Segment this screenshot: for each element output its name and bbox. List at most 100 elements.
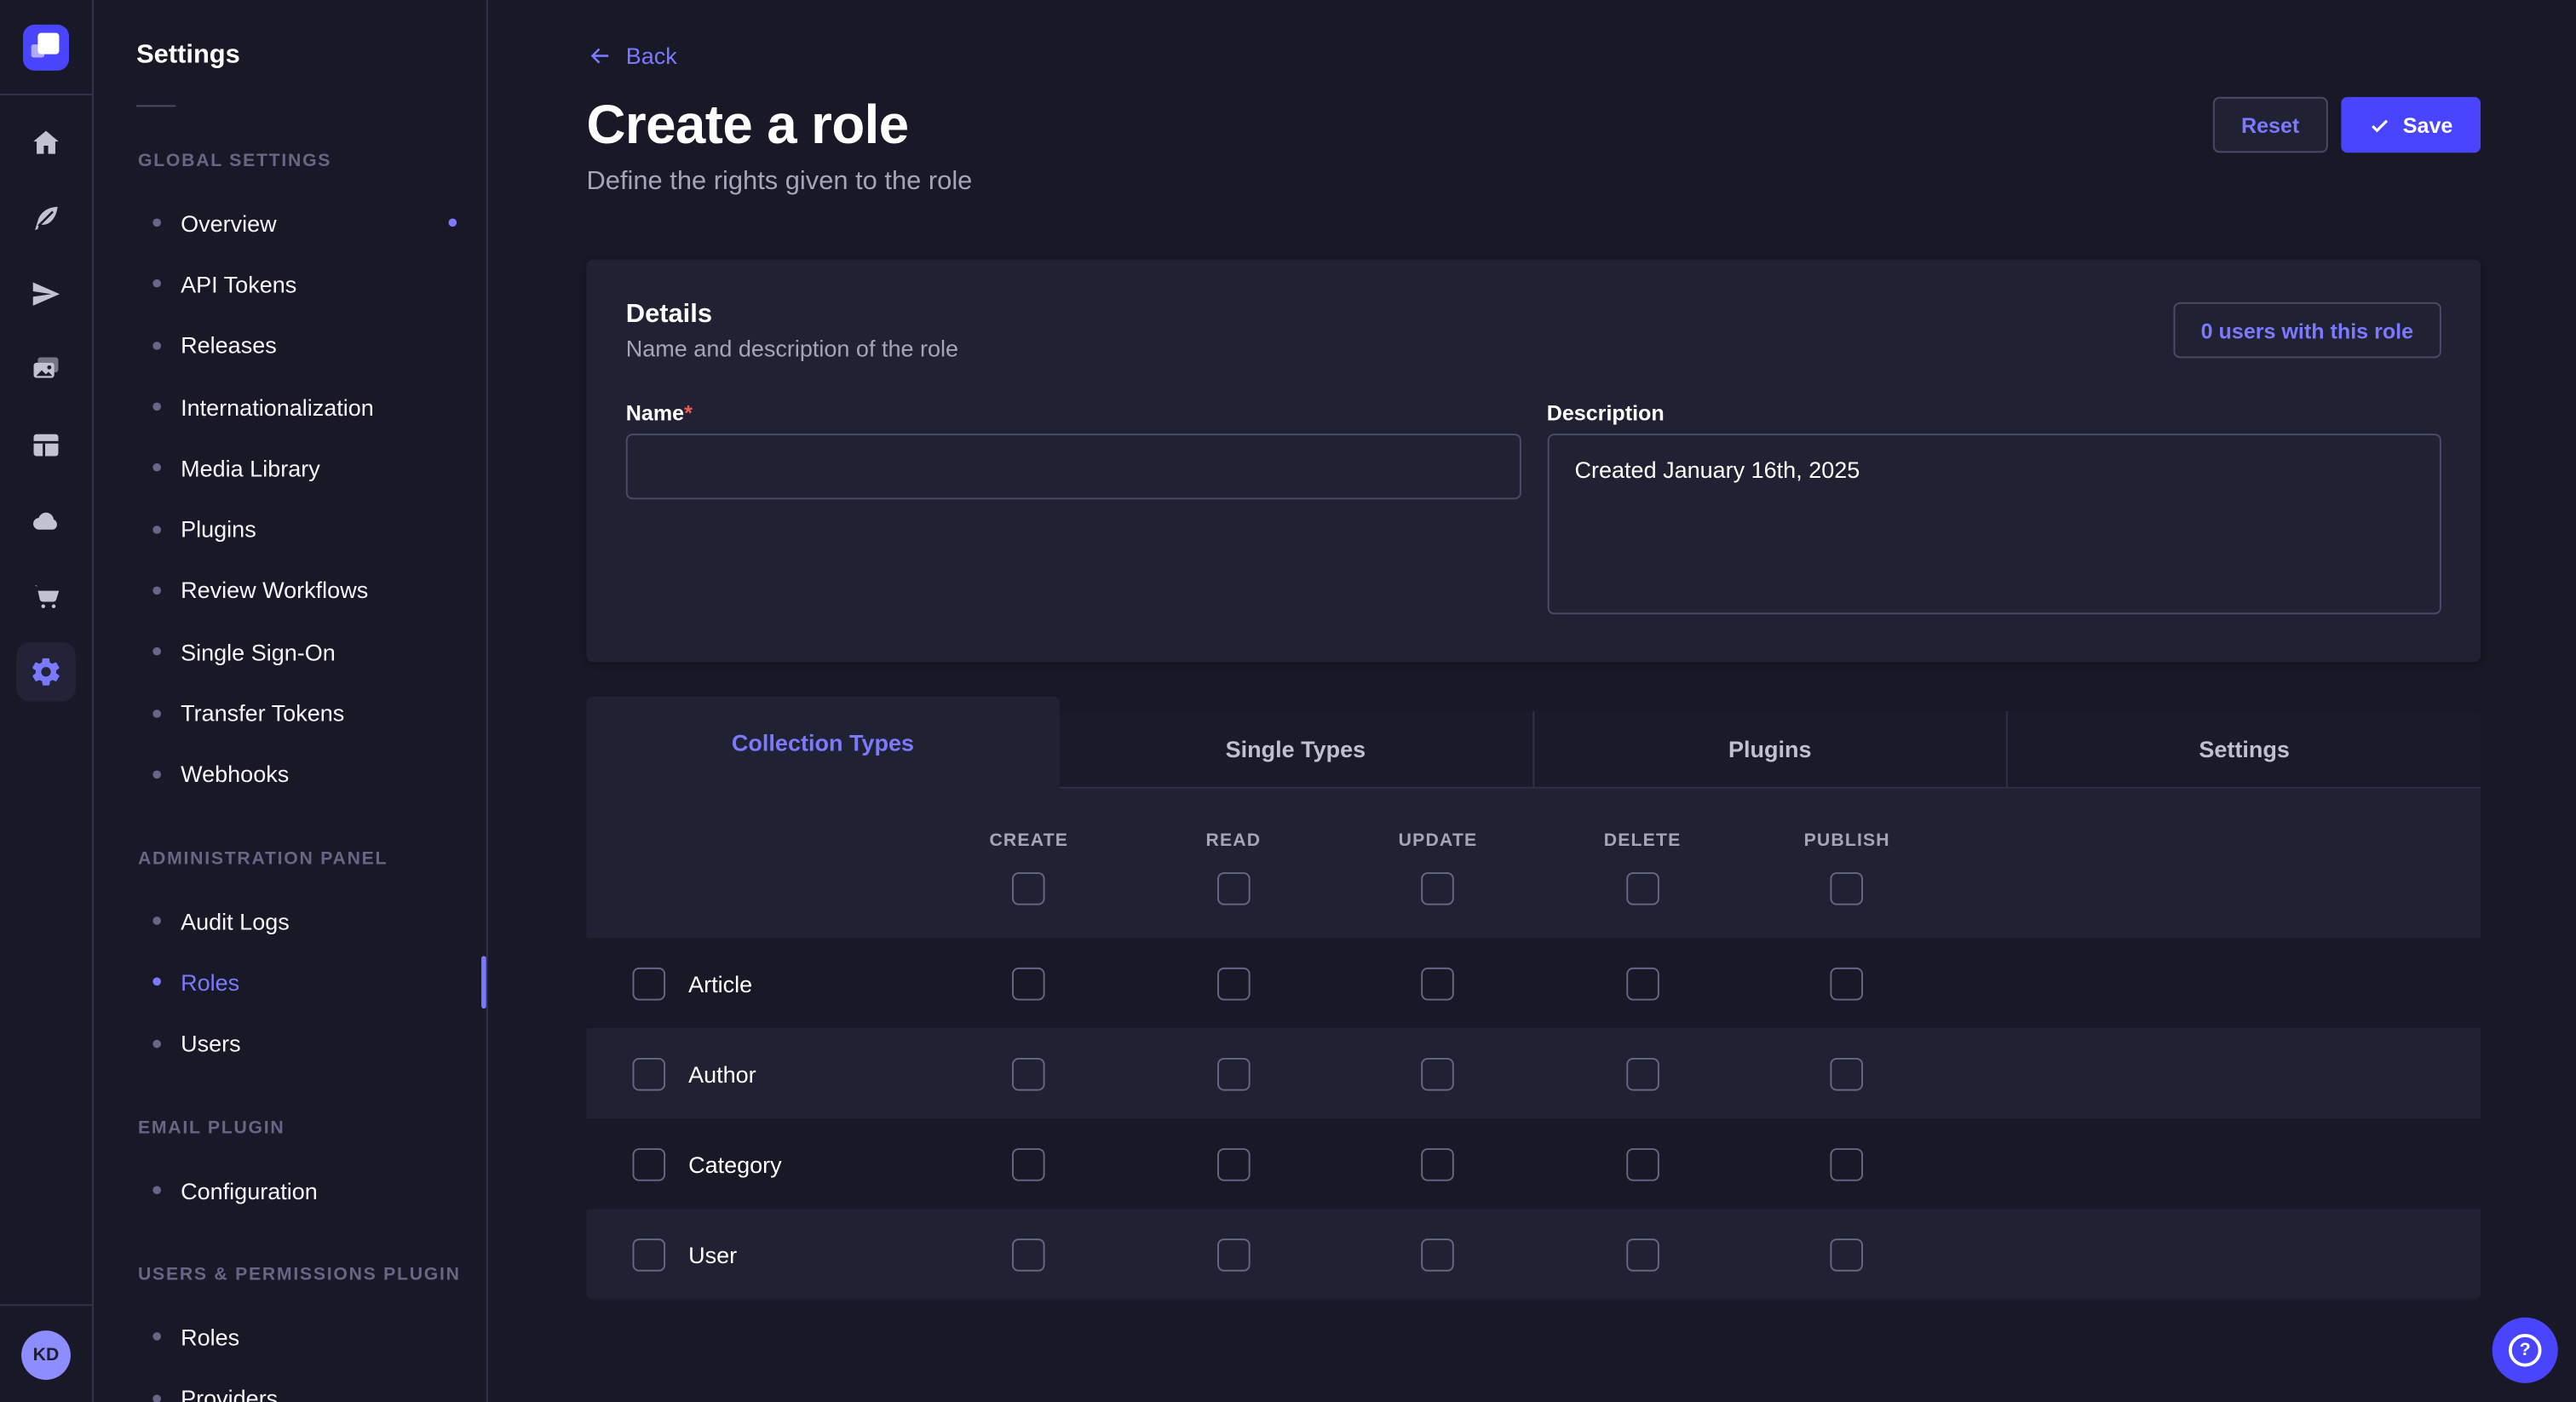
help-button[interactable]: ? [2493, 1318, 2558, 1383]
permission-checkbox-read[interactable] [1217, 1238, 1251, 1271]
marketplace-cart-icon[interactable] [16, 566, 75, 625]
media-library-icon[interactable] [16, 340, 75, 399]
permission-checkbox-delete[interactable] [1626, 1147, 1659, 1181]
permission-checkbox-update[interactable] [1422, 1147, 1455, 1181]
sidebar-item-single-sign-on[interactable]: Single Sign-On [94, 621, 486, 682]
home-icon[interactable] [16, 113, 75, 172]
permission-checkbox-create[interactable] [1012, 967, 1045, 1000]
permission-checkbox-update[interactable] [1422, 1238, 1455, 1271]
sidebar-item-plugins[interactable]: Plugins [94, 498, 486, 560]
sidebar-item-media-library[interactable]: Media Library [94, 437, 486, 498]
select-all-update-checkbox[interactable] [1422, 872, 1455, 905]
sidebar-item-roles-admin[interactable]: Roles [94, 951, 486, 1013]
content-type-builder-layout-icon[interactable] [16, 416, 75, 474]
sidebar-item-internationalization[interactable]: Internationalization [94, 376, 486, 437]
bullet-icon [152, 219, 161, 227]
bullet-icon [152, 1333, 161, 1342]
permission-checkbox-create[interactable] [1012, 1238, 1045, 1271]
nav-list-global-settings: Overview API Tokens Releases Internation… [94, 192, 486, 805]
table-row-user: User [587, 1209, 2481, 1299]
row-select-checkbox[interactable] [632, 1238, 665, 1271]
logo-container [0, 0, 92, 95]
section-label-users-permissions-plugin: USERS & PERMISSIONS PLUGIN [138, 1259, 486, 1292]
details-card-header: Details Name and description of the role… [626, 299, 2441, 361]
row-select-checkbox[interactable] [632, 1147, 665, 1181]
permission-checkbox-delete[interactable] [1626, 1057, 1659, 1090]
page-title: Create a role [587, 92, 909, 158]
tab-settings[interactable]: Settings [2006, 711, 2481, 789]
permission-checkbox-update[interactable] [1422, 1057, 1455, 1090]
sidebar-item-transfer-tokens[interactable]: Transfer Tokens [94, 682, 486, 744]
user-avatar[interactable]: KD [21, 1330, 71, 1379]
strapi-logo[interactable] [23, 24, 69, 70]
name-input[interactable] [626, 434, 1521, 499]
permissions-table: CREATE READ UPDATE DELETE [587, 789, 2481, 1300]
bullet-icon [152, 280, 161, 289]
permission-checkbox-delete[interactable] [1626, 1238, 1659, 1271]
row-name-cell: Article [587, 967, 927, 1000]
sidebar-item-configuration[interactable]: Configuration [94, 1159, 486, 1221]
sidebar-item-releases[interactable]: Releases [94, 315, 486, 376]
bullet-icon [152, 1186, 161, 1194]
sidebar-item-roles-up[interactable]: Roles [94, 1307, 486, 1368]
permission-checkbox-publish[interactable] [1831, 1238, 1864, 1271]
permission-checkbox-create[interactable] [1012, 1057, 1045, 1090]
column-create: CREATE [927, 831, 1131, 905]
tab-single-types[interactable]: Single Types [1059, 711, 1532, 789]
permission-checkbox-publish[interactable] [1831, 1057, 1864, 1090]
permission-checkbox-read[interactable] [1217, 1147, 1251, 1181]
content-manager-feather-icon[interactable] [16, 189, 75, 248]
permission-checkbox-publish[interactable] [1831, 967, 1864, 1000]
details-title: Details [626, 299, 958, 332]
row-select-checkbox[interactable] [632, 967, 665, 1000]
row-select-checkbox[interactable] [632, 1057, 665, 1090]
reset-button[interactable]: Reset [2213, 97, 2327, 153]
bullet-icon [152, 916, 161, 925]
tab-collection-types[interactable]: Collection Types [587, 697, 1060, 789]
sidebar-item-review-workflows[interactable]: Review Workflows [94, 560, 486, 621]
column-read: READ [1131, 831, 1336, 905]
description-textarea[interactable]: Created January 16th, 2025 [1547, 434, 2441, 614]
page-header: Create a role Reset Save [587, 92, 2481, 158]
sidebar-title-divider [136, 105, 175, 106]
sidebar-title: Settings [94, 0, 486, 72]
name-label: Name* [626, 401, 1521, 428]
save-button[interactable]: Save [2340, 97, 2481, 153]
permission-checkbox-delete[interactable] [1626, 967, 1659, 1000]
column-publish: PUBLISH [1745, 831, 1949, 905]
sidebar-item-api-tokens[interactable]: API Tokens [94, 254, 486, 315]
nav-list-email-plugin: Configuration [94, 1159, 486, 1221]
permission-checkbox-create[interactable] [1012, 1147, 1045, 1181]
permission-checkbox-update[interactable] [1422, 967, 1455, 1000]
active-item-indicator [481, 957, 486, 1009]
table-row-author: Author [587, 1028, 2481, 1118]
tab-plugins[interactable]: Plugins [1532, 711, 2006, 789]
settings-gear-icon[interactable] [16, 642, 75, 701]
users-with-role-button[interactable]: 0 users with this role [2173, 302, 2441, 359]
permissions-panel: Collection Types Single Types Plugins Se… [587, 697, 2481, 1300]
name-field-group: Name* [626, 401, 1521, 623]
notification-dot [449, 219, 457, 227]
select-all-create-checkbox[interactable] [1012, 872, 1045, 905]
arrow-left-icon [587, 43, 613, 69]
select-all-publish-checkbox[interactable] [1831, 872, 1864, 905]
section-label-administration-panel: ADMINISTRATION PANEL [138, 842, 486, 876]
sidebar-item-providers[interactable]: Providers [94, 1367, 486, 1402]
permission-checkbox-read[interactable] [1217, 1057, 1251, 1090]
sidebar-item-users[interactable]: Users [94, 1013, 486, 1074]
releases-paper-plane-icon[interactable] [16, 265, 75, 324]
check-icon [2368, 114, 2389, 135]
row-name-cell: Category [587, 1147, 927, 1181]
select-all-delete-checkbox[interactable] [1626, 872, 1659, 905]
sidebar-item-webhooks[interactable]: Webhooks [94, 744, 486, 805]
permission-checkbox-publish[interactable] [1831, 1147, 1864, 1181]
bullet-icon [152, 1039, 161, 1048]
select-all-read-checkbox[interactable] [1217, 872, 1251, 905]
permission-checkbox-read[interactable] [1217, 967, 1251, 1000]
back-link[interactable]: Back [587, 43, 677, 69]
bullet-icon [152, 709, 161, 717]
sidebar-item-overview[interactable]: Overview [94, 192, 486, 254]
deploy-cloud-icon[interactable] [16, 491, 75, 550]
description-field-group: Description Created January 16th, 2025 [1547, 401, 2441, 623]
sidebar-item-audit-logs[interactable]: Audit Logs [94, 890, 486, 951]
